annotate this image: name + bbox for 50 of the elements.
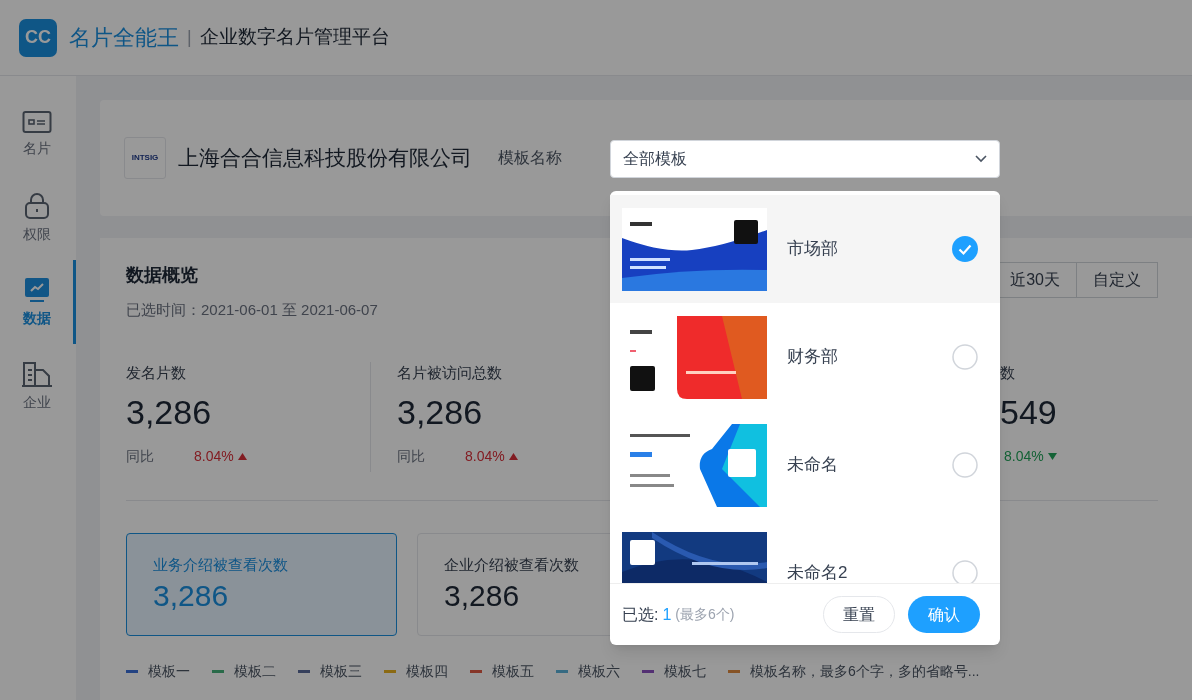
stat-value: 549 (1000, 392, 1058, 432)
legend-label: 模板七 (664, 661, 706, 681)
app-logo: CC (19, 18, 57, 57)
app-name: 名片全能王 (69, 24, 179, 52)
chevron-down-icon (975, 155, 987, 163)
stat-label: 名片被访问总数 (397, 362, 503, 383)
stat-change: 8.04% (1004, 447, 1044, 466)
company-name: 上海合合信息科技股份有限公司 (178, 145, 472, 172)
compare-label: 同比 (126, 447, 155, 466)
compare-label: 同比 (397, 447, 426, 466)
template-select[interactable]: 全部模板 (610, 140, 1000, 178)
template-option[interactable]: 未命名 (610, 411, 1000, 519)
selected-count: 1 (662, 604, 672, 625)
title-divider: | (187, 26, 192, 49)
chart-icon (22, 275, 51, 304)
stat-change: 8.04% (465, 447, 505, 466)
selected-label: 已选: (622, 604, 659, 625)
legend-label: 模板名称，最多6个字，多的省略号... (750, 661, 980, 681)
template-label: 模板名称 (498, 148, 562, 168)
company-logo: INTSIG (124, 137, 166, 179)
template-option[interactable]: 未命名2 (610, 519, 1000, 583)
stat-label: 数 (1000, 362, 1016, 383)
legend-label: 模板四 (406, 661, 448, 681)
stat-value: 3,286 (397, 392, 484, 432)
legend-label: 模板六 (578, 661, 620, 681)
radio-icon[interactable] (952, 452, 978, 478)
sidebar-item[interactable]: 权限 (0, 176, 76, 260)
radio-icon[interactable] (952, 560, 978, 583)
template-option[interactable]: 市场部 (610, 195, 1000, 303)
legend-label: 模板二 (234, 661, 276, 681)
legend-label: 模板三 (320, 661, 362, 681)
sidebar-item[interactable]: 名片 (0, 92, 76, 176)
radio-icon[interactable] (952, 344, 978, 370)
id-card-icon (21, 109, 52, 134)
stat-label: 发名片数 (126, 362, 187, 383)
building-icon (20, 359, 53, 388)
lock-icon (22, 191, 51, 220)
range-button[interactable]: 自定义 (1077, 262, 1158, 298)
legend-label: 模板五 (492, 661, 534, 681)
stat-value: 3,286 (126, 392, 213, 432)
template-option[interactable]: 财务部 (610, 303, 1000, 411)
platform-title: 企业数字名片管理平台 (199, 25, 390, 50)
overview-title: 数据概览 (126, 264, 199, 287)
date-range: 已选时间：2021-06-01 至 2021-06-07 (126, 300, 378, 320)
legend-label: 模板一 (148, 661, 190, 681)
checked-radio-icon[interactable] (952, 236, 978, 262)
stat-change: 8.04% (194, 447, 234, 466)
sidebar-item[interactable]: 企业 (0, 344, 76, 428)
sidebar-item[interactable]: 数据 (0, 260, 76, 344)
confirm-button[interactable]: 确认 (908, 596, 980, 633)
